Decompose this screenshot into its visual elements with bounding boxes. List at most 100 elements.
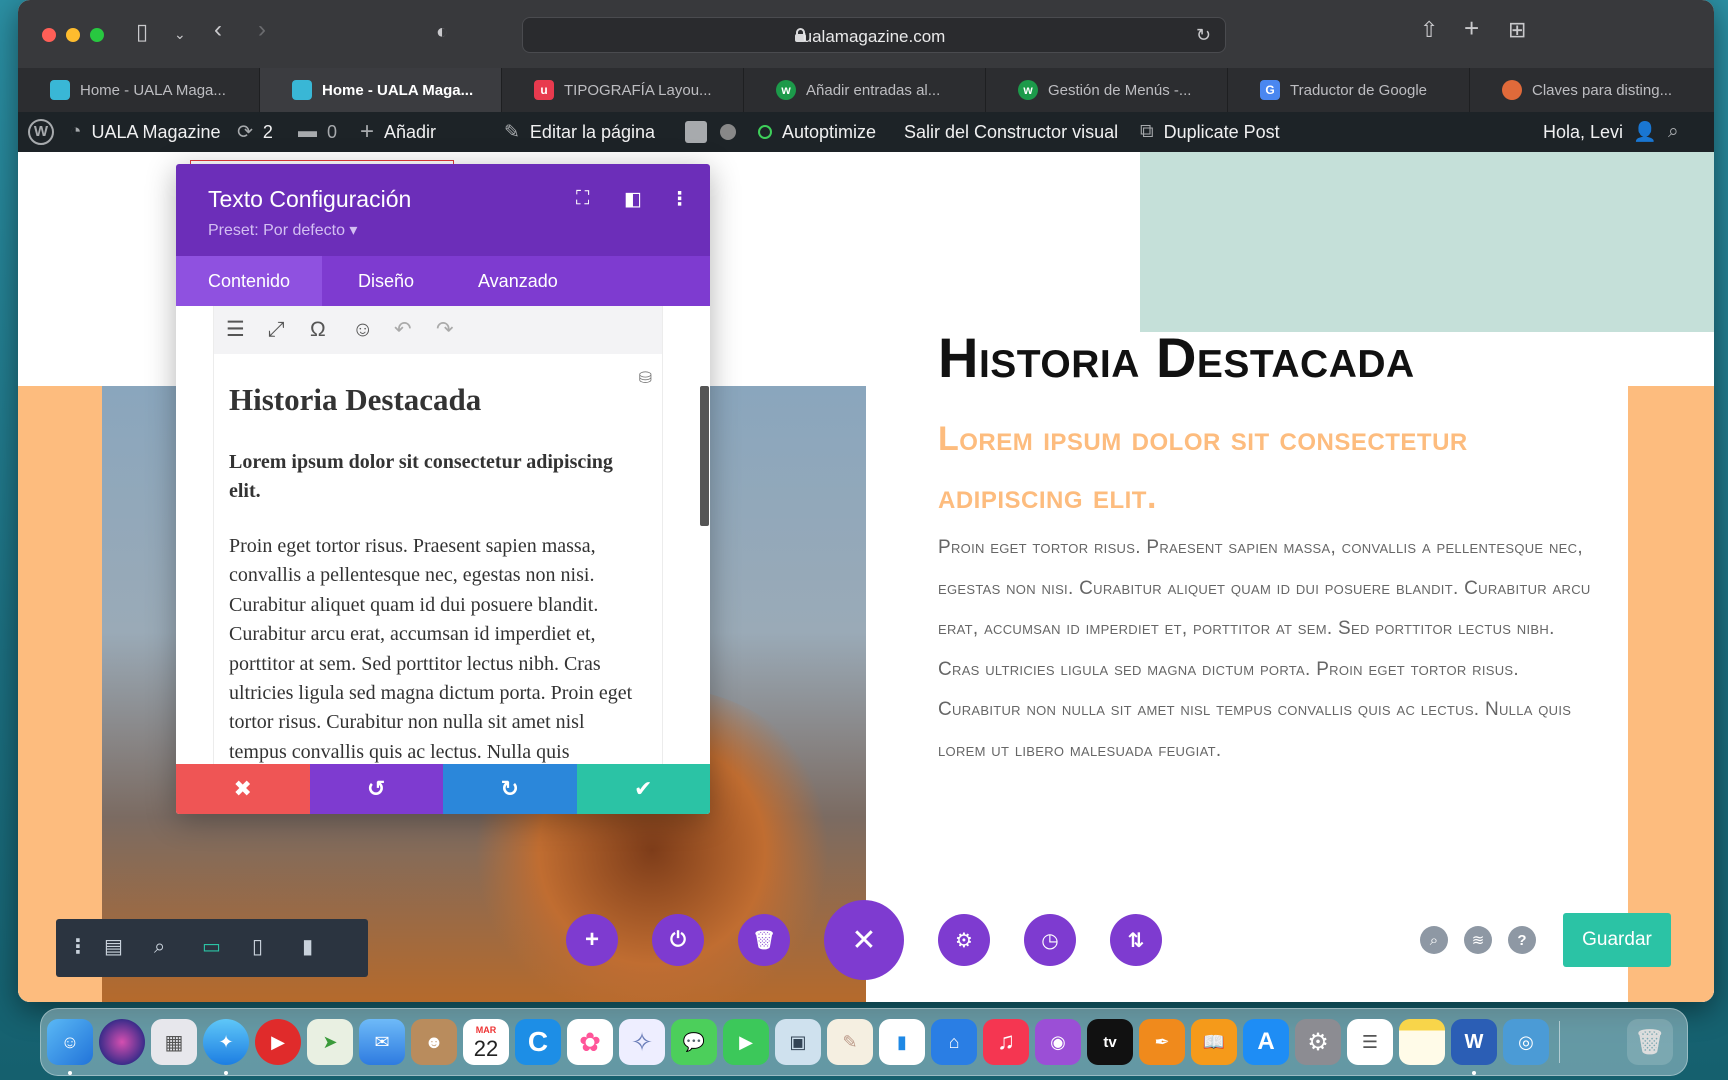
close-builder-button[interactable]: ✕ — [824, 900, 904, 980]
tab-6[interactable]: G Traductor de Google — [1228, 68, 1470, 112]
chevron-down-icon[interactable]: ⌄ — [174, 24, 186, 44]
contacts-icon[interactable]: ☻ — [411, 1019, 457, 1065]
modal-header[interactable]: Texto Configuración Preset: Por defecto … — [176, 164, 710, 256]
finder-icon[interactable]: ☺ — [47, 1019, 93, 1065]
tablet-view-icon[interactable]: ▯ — [252, 935, 263, 959]
modal-scrollbar[interactable] — [700, 386, 709, 526]
reminders-icon[interactable]: ☰ — [1347, 1019, 1393, 1065]
save-button[interactable]: Guardar — [1563, 913, 1671, 967]
books-icon[interactable]: 📖 — [1191, 1019, 1237, 1065]
comments-link[interactable]: ▬ 0 — [298, 112, 337, 152]
launchpad-icon[interactable]: ▦ — [151, 1019, 197, 1065]
desktop-view-icon[interactable]: ▭ — [202, 935, 221, 959]
fullscreen-editor-icon[interactable]: ⤢ — [268, 318, 285, 342]
account-menu[interactable]: Hola, Levi 👤 — [1543, 112, 1657, 152]
photos-icon[interactable]: ✿ — [567, 1019, 613, 1065]
admin-search-icon[interactable]: ⌕ — [1668, 112, 1679, 152]
textedit-icon[interactable]: ✎ — [827, 1019, 873, 1065]
duplicate-post-link[interactable]: ⧉ Duplicate Post — [1140, 112, 1280, 152]
new-tab-icon[interactable]: + — [1464, 15, 1479, 41]
shield-icon[interactable]: ◐ — [436, 22, 448, 42]
tab-7[interactable]: Claves para disting... — [1470, 68, 1712, 112]
confirm-button[interactable]: ✔ — [576, 764, 710, 814]
maps-icon[interactable]: ➤ — [307, 1019, 353, 1065]
pages-icon[interactable]: ✒ — [1139, 1019, 1185, 1065]
music-icon[interactable]: ♫ — [983, 1019, 1029, 1065]
zoom-icon[interactable]: ⌕ — [154, 935, 165, 959]
wordpress-logo-icon[interactable]: W — [28, 112, 54, 152]
indent-icon[interactable]: ☰ — [226, 318, 245, 342]
split-view-icon[interactable]: ◧ — [624, 188, 642, 211]
yoast-icon[interactable] — [685, 112, 707, 152]
search-help-icon[interactable]: ⌕ — [1420, 926, 1448, 954]
siri-icon[interactable] — [99, 1019, 145, 1065]
dynamic-content-icon[interactable]: ⛁ — [639, 368, 652, 388]
facetime-icon[interactable]: ▶ — [723, 1019, 769, 1065]
messages-icon[interactable]: 💬 — [671, 1019, 717, 1065]
more-options-icon[interactable]: ⋮ — [670, 188, 689, 211]
tab-4[interactable]: w Añadir entradas al... — [744, 68, 986, 112]
more-icon[interactable]: ⋮ — [68, 935, 88, 959]
keynote-icon[interactable]: ⌂ — [931, 1019, 977, 1065]
tab-2[interactable]: Home - UALA Maga... — [260, 68, 502, 112]
safari-icon[interactable]: ✦ — [203, 1019, 249, 1065]
back-icon[interactable]: ‹ — [214, 18, 222, 42]
fullscreen-icon[interactable]: ⛶ — [576, 188, 589, 210]
minimize-window-button[interactable] — [66, 28, 80, 42]
tab-overview-icon[interactable]: ⊞ — [1508, 19, 1526, 41]
special-character-icon[interactable]: Ω — [310, 318, 326, 342]
layout-icon[interactable]: ▤ — [104, 935, 123, 959]
trash-icon[interactable]: 🗑 — [1627, 1019, 1673, 1065]
reload-icon[interactable]: ↻ — [1196, 25, 1211, 46]
canva-icon[interactable]: C — [515, 1019, 561, 1065]
calendar-icon[interactable]: MAR 22 — [463, 1019, 509, 1065]
numbers-icon[interactable]: ▮ — [879, 1019, 925, 1065]
quicktime-icon[interactable]: ◎ — [1503, 1019, 1549, 1065]
rich-text-editor[interactable]: ☰ ⤢ Ω ☺ ↶ ↷ ⛁ Historia Destacada Lorem i… — [213, 306, 663, 764]
portability-button[interactable]: ⇅ — [1110, 914, 1162, 966]
tab-avanzado[interactable]: Avanzado — [446, 256, 590, 306]
redo-icon[interactable]: ↷ — [436, 318, 454, 342]
layers-icon[interactable]: ≋ — [1464, 926, 1492, 954]
power-button[interactable]: ⏻ — [652, 914, 704, 966]
address-bar[interactable]: ualamagazine.com ↻ — [522, 17, 1226, 53]
tab-diseno[interactable]: Diseño — [326, 256, 446, 306]
notes-icon[interactable] — [1399, 1019, 1445, 1065]
redo-button[interactable]: ↻ — [443, 764, 577, 814]
mail-icon[interactable]: ✉ — [359, 1019, 405, 1065]
close-window-button[interactable] — [42, 28, 56, 42]
history-button[interactable]: ◷ — [1024, 914, 1076, 966]
undo-button[interactable]: ↺ — [309, 764, 443, 814]
apple-tv-icon[interactable]: tv — [1087, 1019, 1133, 1065]
autoptimize-link[interactable]: Autoptimize — [758, 112, 876, 152]
undo-icon[interactable]: ↶ — [394, 318, 412, 342]
share-icon[interactable]: ⇧ — [1420, 19, 1438, 41]
tab-1[interactable]: Home - UALA Maga... — [18, 68, 260, 112]
app-store-icon[interactable]: A — [1243, 1019, 1289, 1065]
word-icon[interactable]: W — [1451, 1019, 1497, 1065]
preview-icon[interactable]: ▣ — [775, 1019, 821, 1065]
add-new-link[interactable]: + Añadir — [360, 112, 436, 152]
tab-contenido[interactable]: Contenido — [176, 256, 323, 306]
site-name-link[interactable]: ◔ UALA Magazine — [70, 112, 221, 152]
system-preferences-icon[interactable]: ⚙ — [1295, 1019, 1341, 1065]
zoom-window-button[interactable] — [90, 28, 104, 42]
phone-view-icon[interactable]: ▮ — [302, 935, 313, 959]
sidebar-icon[interactable]: ▯ — [136, 21, 148, 43]
edit-page-link[interactable]: ✎ Editar la página — [504, 112, 655, 152]
podcasts-icon[interactable]: ◉ — [1035, 1019, 1081, 1065]
tab-3[interactable]: u TIPOGRAFÍA Layou... — [502, 68, 744, 112]
compass-app-icon[interactable]: ✧ — [619, 1019, 665, 1065]
updates-link[interactable]: ⟳ 2 — [237, 112, 273, 152]
forward-icon[interactable]: › — [258, 18, 266, 42]
exit-visual-builder-link[interactable]: Salir del Constructor visual — [904, 112, 1118, 152]
trash-button[interactable]: 🗑 — [738, 914, 790, 966]
preset-dropdown[interactable]: Preset: Por defecto ▾ — [208, 220, 357, 240]
help-icon[interactable]: ? — [1508, 926, 1536, 954]
emoji-icon[interactable]: ☺ — [352, 318, 373, 342]
tab-5[interactable]: w Gestión de Menús -... — [986, 68, 1228, 112]
discard-button[interactable]: ✖ — [176, 764, 310, 814]
settings-button[interactable]: ⚙ — [938, 914, 990, 966]
add-button[interactable]: + — [566, 914, 618, 966]
seo-status-icon[interactable] — [720, 112, 736, 152]
